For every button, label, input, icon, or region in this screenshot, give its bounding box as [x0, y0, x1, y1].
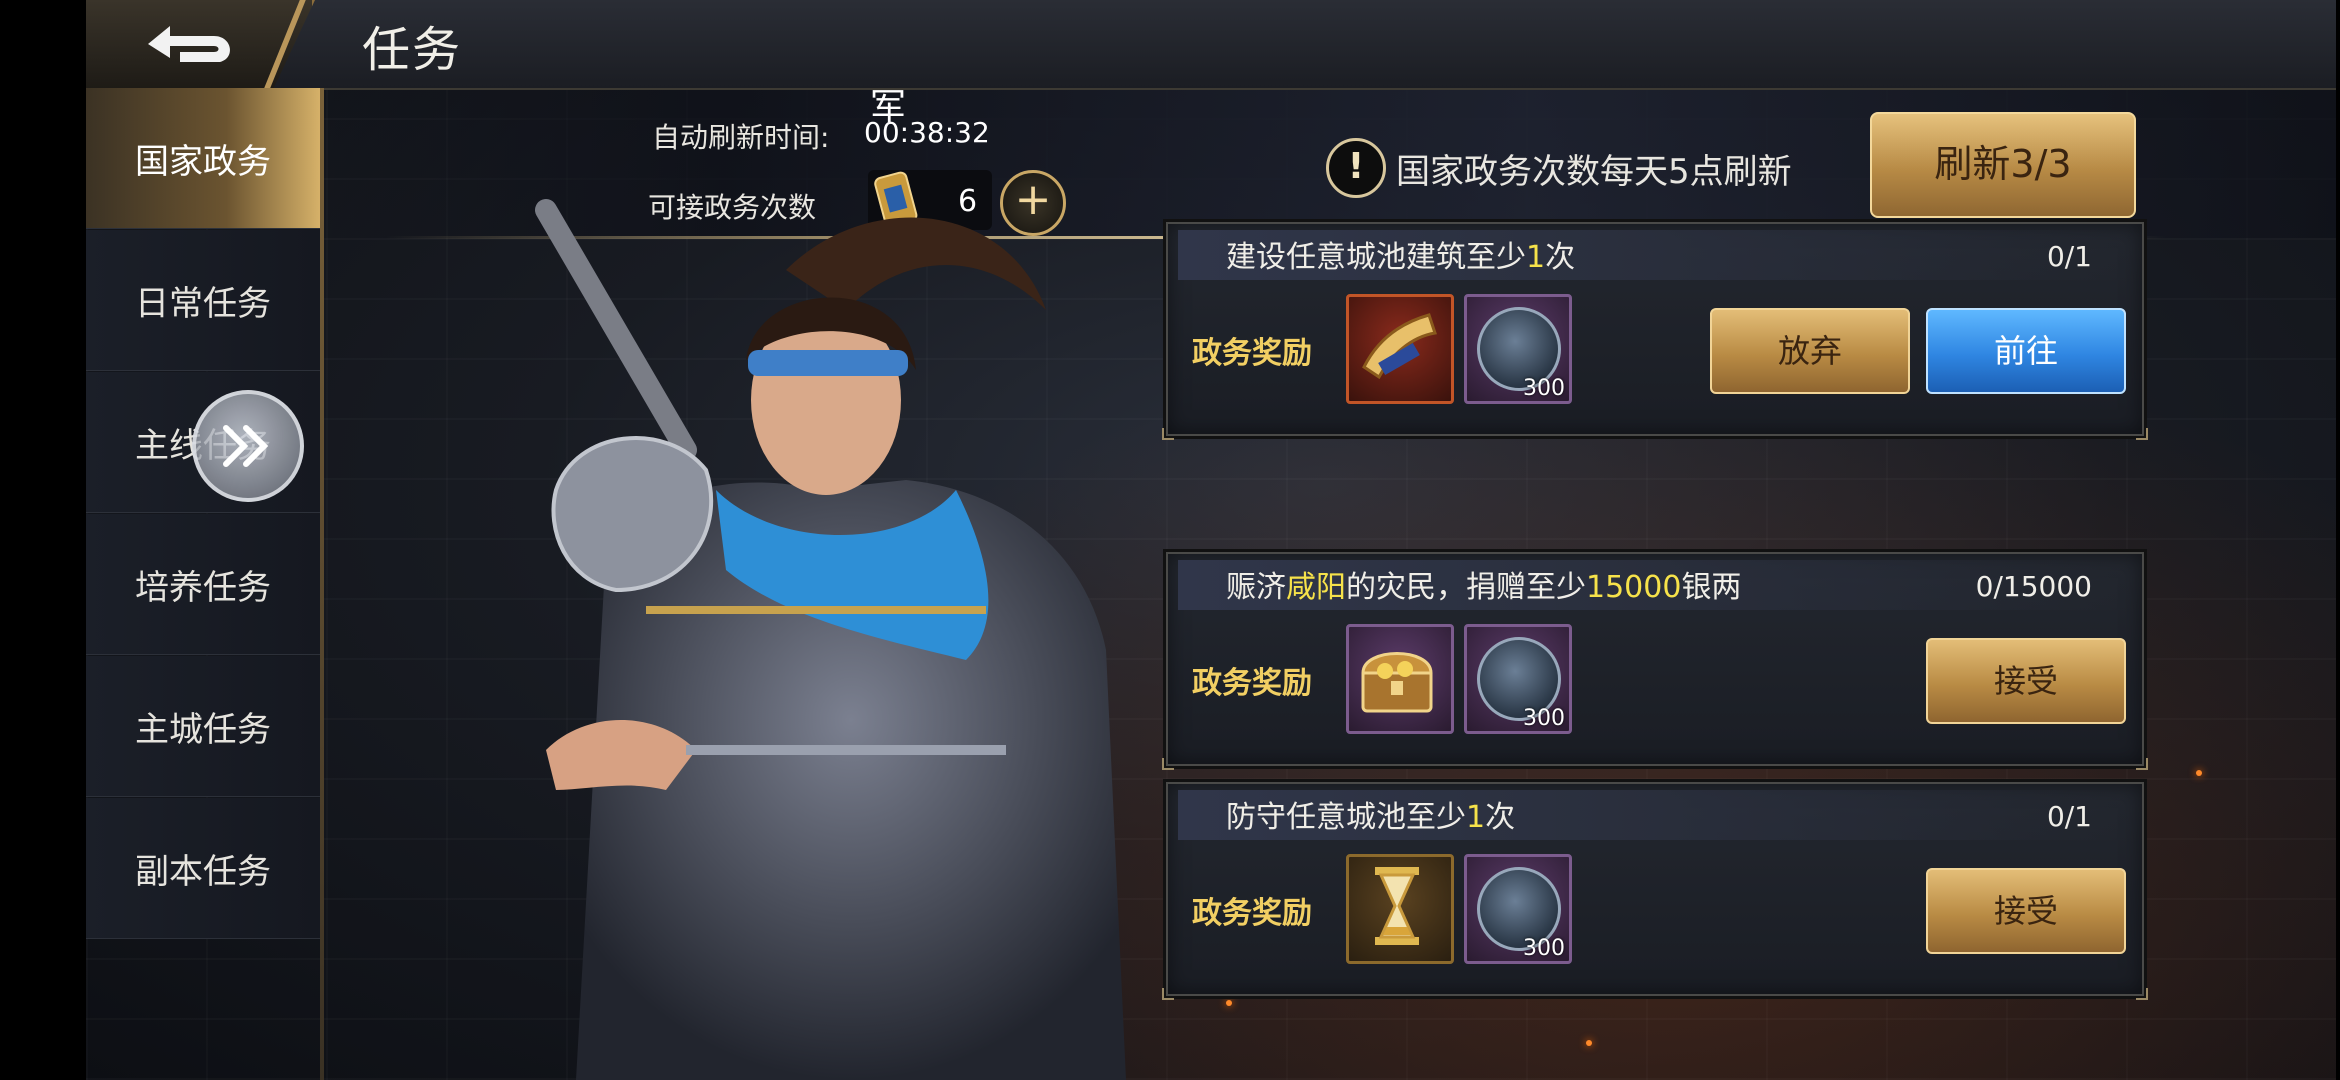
tab-national-affairs[interactable]: 国家政务: [86, 88, 324, 229]
screen-edge-left: [0, 0, 86, 1080]
treasure-chest-icon: [1361, 652, 1433, 713]
tab-training-tasks[interactable]: 培养任务: [86, 514, 320, 655]
accept-button[interactable]: 接受: [1926, 638, 2126, 724]
reward-label: 政务奖励: [1192, 666, 1312, 701]
refresh-timer: 00:38:32: [864, 116, 990, 149]
warning-icon: !: [1326, 138, 1386, 198]
tab-daily-tasks[interactable]: 日常任务: [86, 230, 320, 371]
tab-dungeon-tasks[interactable]: 副本任务: [86, 798, 320, 939]
screen-edge-right: [2336, 0, 2340, 1080]
hourglass-icon: [1375, 867, 1419, 945]
reward-item[interactable]: [1346, 624, 1454, 734]
refresh-notice: 国家政务次数每天5点刷新: [1396, 152, 1792, 192]
reward-label: 政务奖励: [1192, 336, 1312, 371]
quest-progress: 0/1: [2046, 240, 2092, 273]
quest-card: 赈济咸阳的灾民，捐赠至少15000银两 0/15000 政务奖励 300 接受: [1162, 552, 2148, 770]
floating-menu-button[interactable]: [192, 390, 304, 502]
reward-item[interactable]: [1346, 854, 1454, 964]
go-button[interactable]: 前往: [1926, 308, 2126, 394]
item-quantity: 300: [1523, 376, 1565, 401]
quest-progress: 0/15000: [1975, 570, 2092, 603]
quest-title: 防守任意城池至少1次: [1226, 800, 1516, 835]
tab-city-tasks[interactable]: 主城任务: [86, 656, 320, 797]
abandon-button[interactable]: 放弃: [1710, 308, 1910, 394]
quest-title: 赈济咸阳的灾民，捐赠至少15000银两: [1226, 570, 1742, 605]
quest-progress: 0/1: [2046, 800, 2092, 833]
quest-card: 防守任意城池至少1次 0/1 政务奖励 300 接受: [1162, 782, 2148, 1000]
reward-item[interactable]: [1346, 294, 1454, 404]
page-title: 任务: [362, 22, 463, 78]
ember-particle: [1586, 1040, 1592, 1046]
reward-item[interactable]: 300: [1464, 854, 1572, 964]
game-stage: 军 自动刷新时间: 00:38:32 可接政务次数 6 + ! 国家政务次数每天…: [86, 0, 2336, 1080]
sidebar-border: [320, 88, 324, 1080]
hero-character-portrait: [535, 199, 1126, 1080]
reward-item[interactable]: 300: [1464, 294, 1572, 404]
back-arrow-icon: [148, 26, 231, 62]
quest-title: 建设任意城池建筑至少1次: [1226, 240, 1576, 275]
sidebar: 国家政务 日常任务 主线任务 培养任务 主城任务 副本任务: [86, 88, 324, 1080]
refresh-button[interactable]: 刷新3/3: [1870, 112, 2136, 218]
ember-particle: [2196, 770, 2202, 776]
item-quantity: 300: [1523, 936, 1565, 961]
double-chevron-right-icon: [223, 425, 269, 467]
top-header: 任务: [86, 0, 2336, 90]
quest-card: 建设任意城池建筑至少1次 0/1 政务奖励 300 放弃 前往: [1162, 222, 2148, 440]
war-horn-icon: [1362, 313, 1437, 380]
ember-particle: [1226, 1000, 1232, 1006]
reward-item[interactable]: 300: [1464, 624, 1572, 734]
reward-label: 政务奖励: [1192, 896, 1312, 931]
item-quantity: 300: [1523, 706, 1565, 731]
refresh-label: 自动刷新时间:: [652, 121, 830, 154]
accept-button[interactable]: 接受: [1926, 868, 2126, 954]
